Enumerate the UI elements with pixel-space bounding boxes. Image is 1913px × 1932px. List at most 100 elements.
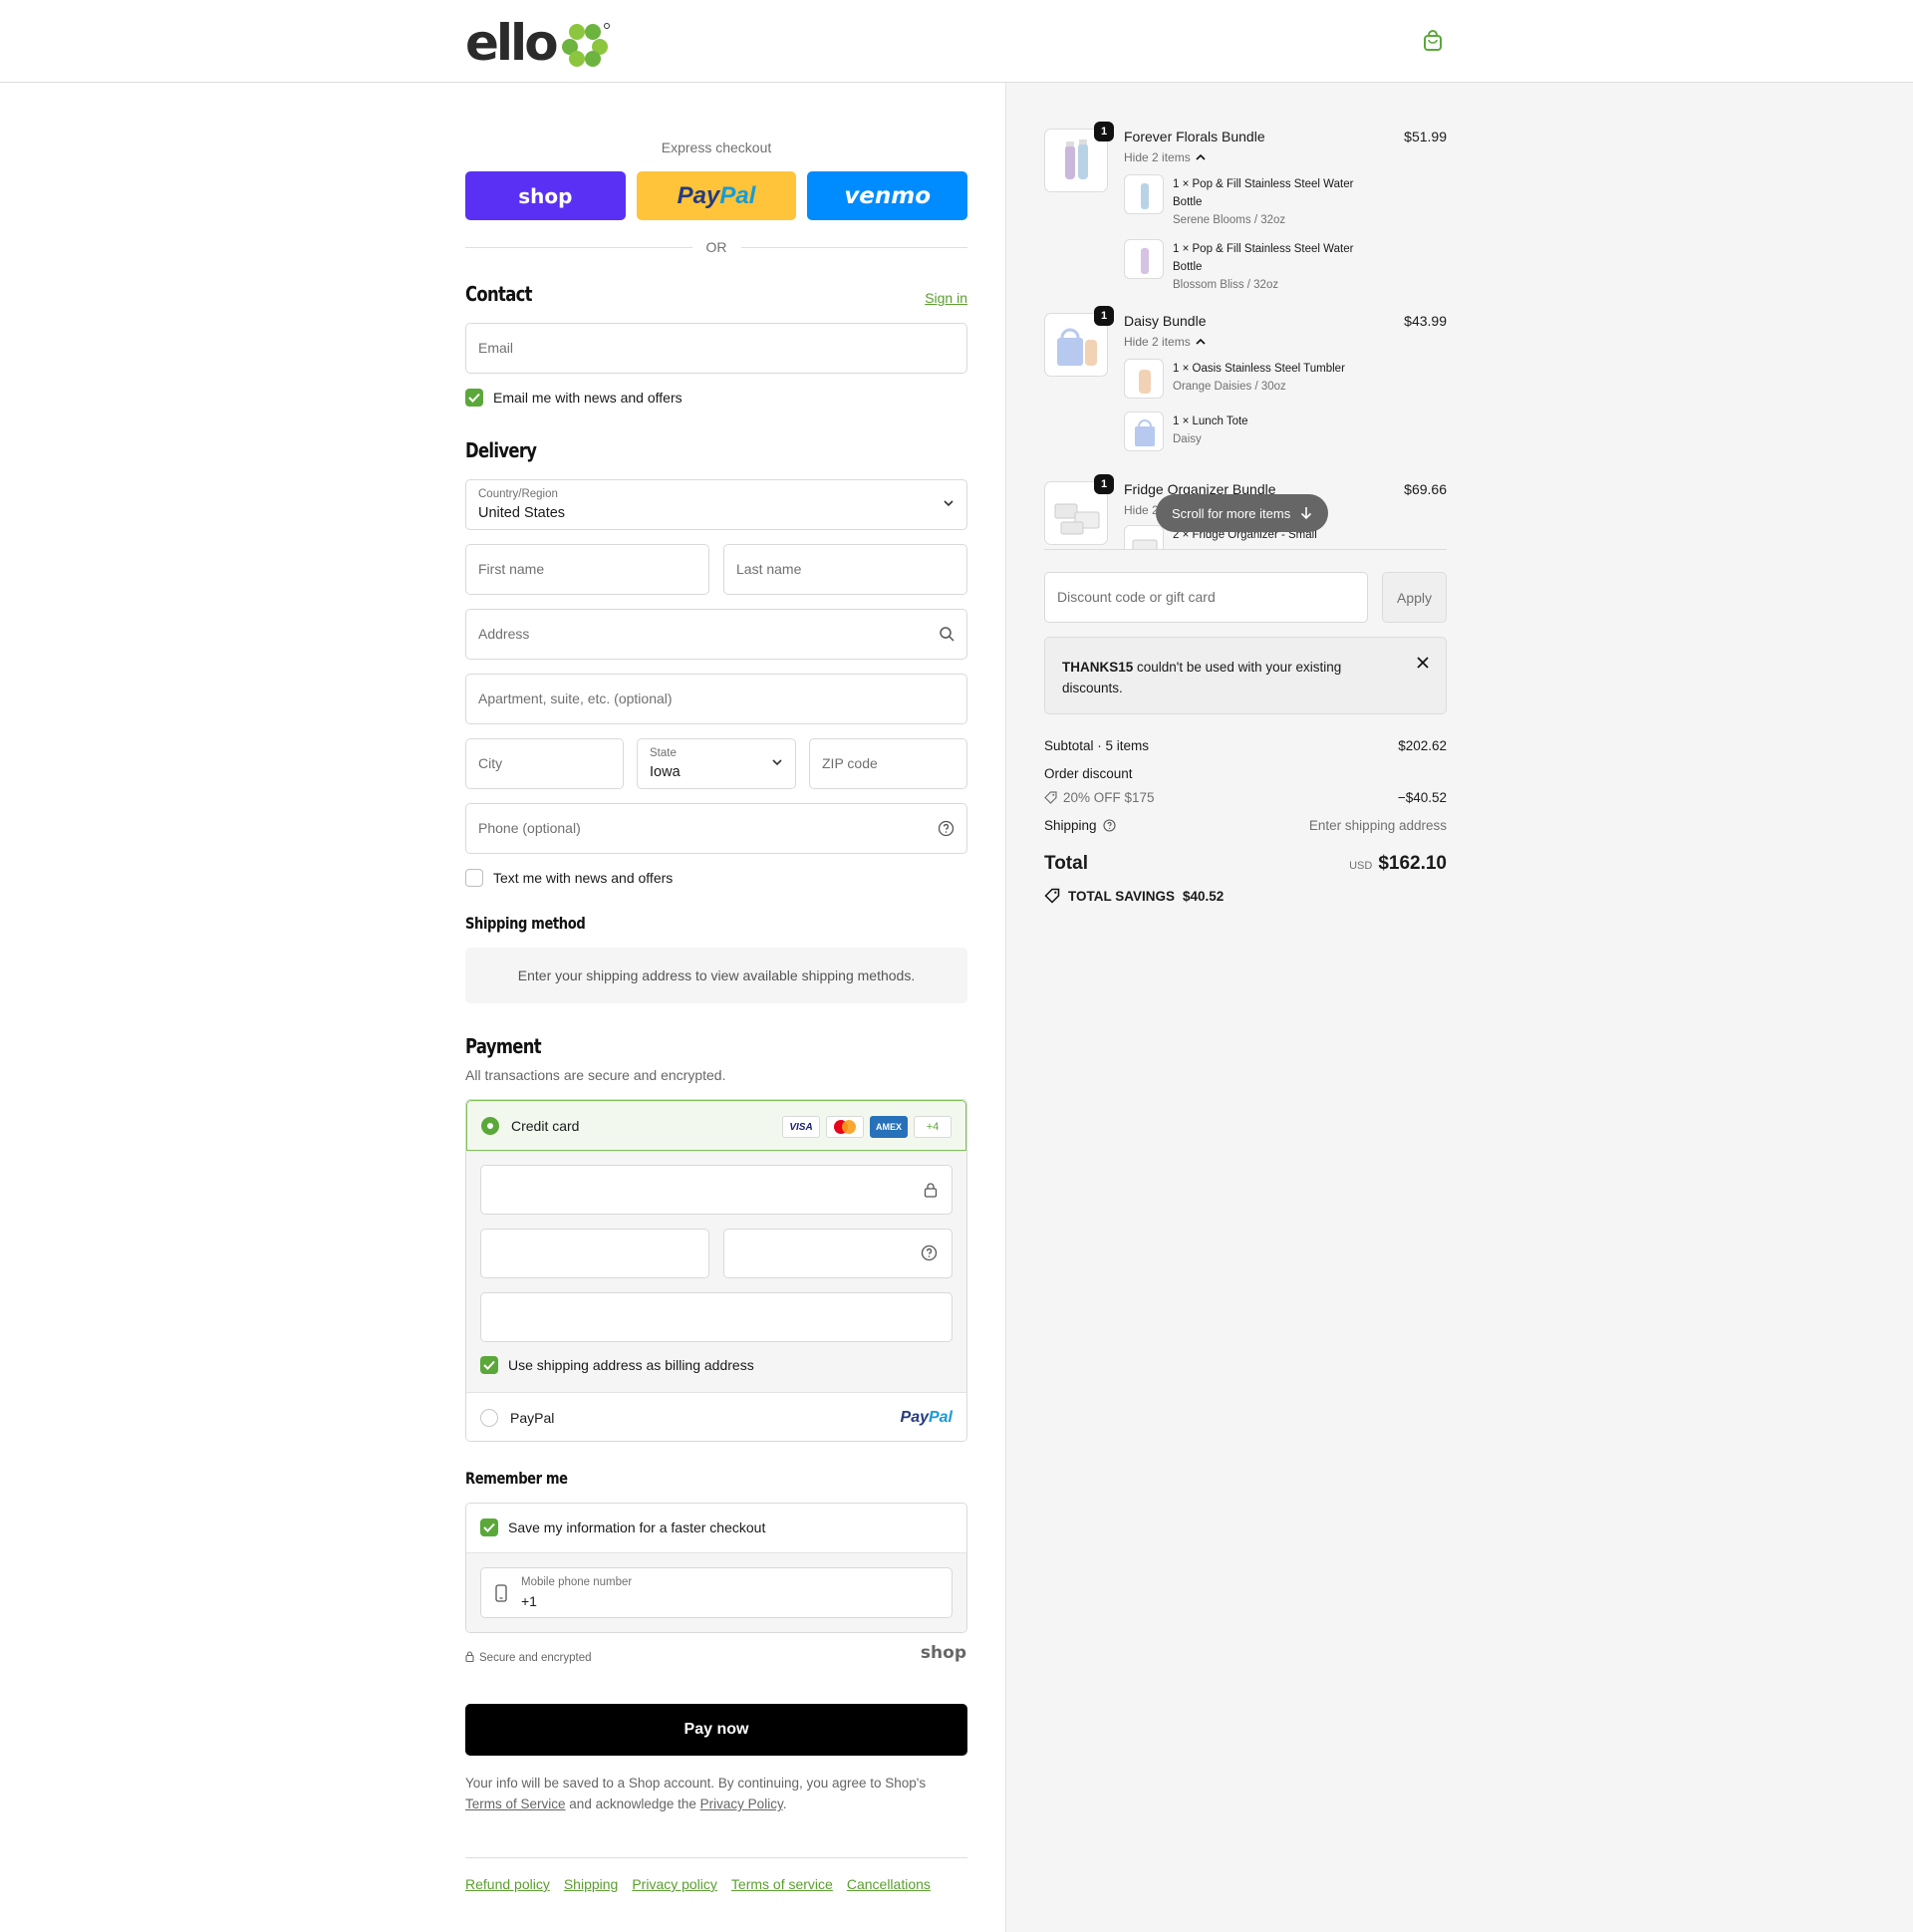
brand-logo[interactable]: ello	[465, 18, 610, 68]
credit-card-form: Use shipping address as billing address	[466, 1151, 966, 1392]
city-field[interactable]: City	[465, 738, 624, 789]
text-offers-label: Text me with news and offers	[493, 870, 674, 886]
shop-pay-label: shop	[518, 183, 573, 208]
shipping-label-wrap: Shipping	[1044, 818, 1116, 833]
refund-policy-link[interactable]: Refund policy	[465, 1876, 550, 1892]
paypal-logo-b: Pal	[928, 1409, 953, 1426]
apartment-field[interactable]: Apartment, suite, etc. (optional)	[465, 674, 967, 724]
last-name-placeholder: Last name	[736, 561, 802, 577]
billing-same-checkbox[interactable]: Use shipping address as billing address	[480, 1356, 754, 1374]
sub-item-title: 1 × Oasis Stainless Steel Tumbler	[1173, 363, 1345, 375]
terms-of-service-link[interactable]: Terms of Service	[465, 1796, 566, 1811]
hide-items-label: Hide 2 items	[1124, 150, 1191, 164]
bundle-price: $43.99	[1404, 313, 1447, 329]
total-currency: USD	[1349, 860, 1373, 872]
amex-icon: AMEX	[870, 1116, 908, 1138]
discount-name-label: 20% OFF $175	[1063, 790, 1155, 805]
apply-discount-button[interactable]: Apply	[1382, 572, 1447, 623]
shopping-bag-icon[interactable]	[1423, 30, 1443, 56]
country-value: United States	[478, 505, 566, 521]
shipping-policy-link[interactable]: Shipping	[564, 1876, 619, 1892]
shop-pay-button[interactable]: shop	[465, 171, 626, 220]
cancellations-link[interactable]: Cancellations	[847, 1876, 931, 1892]
arrow-down-icon	[1301, 507, 1312, 520]
zip-field[interactable]: ZIP code	[809, 738, 967, 789]
or-label: OR	[705, 239, 727, 255]
first-name-field[interactable]: First name	[465, 544, 709, 595]
sub-item-image	[1124, 525, 1164, 549]
country-label: Country/Region	[478, 488, 558, 500]
chevron-down-icon	[771, 755, 783, 772]
sign-in-link[interactable]: Sign in	[925, 290, 967, 306]
address-field[interactable]: Address	[465, 609, 967, 660]
paypal-button[interactable]: Pay Pal	[636, 171, 797, 220]
email-field[interactable]: Email	[465, 323, 967, 374]
express-checkout-buttons: shop Pay Pal venmo	[465, 171, 968, 220]
name-on-card-field[interactable]	[480, 1292, 953, 1342]
phone-field[interactable]: Phone (optional)	[465, 803, 967, 854]
header: ello	[0, 0, 1913, 83]
billing-same-label: Use shipping address as billing address	[508, 1357, 754, 1373]
sub-item-title: 1 × Lunch Tote	[1173, 415, 1248, 427]
bundle-price: $69.66	[1404, 481, 1447, 497]
scroll-more-button[interactable]: Scroll for more items	[1156, 494, 1329, 532]
venmo-button[interactable]: venmo	[807, 171, 968, 220]
help-circle-icon[interactable]	[938, 820, 955, 841]
pay-now-button[interactable]: Pay now	[465, 1704, 967, 1756]
savings-label: TOTAL SAVINGS	[1068, 888, 1176, 904]
expiration-field[interactable]	[480, 1229, 709, 1278]
state-select[interactable]: State Iowa	[637, 738, 796, 789]
subtotal-value: $202.62	[1398, 738, 1447, 753]
last-name-field[interactable]: Last name	[723, 544, 967, 595]
email-offers-checkbox[interactable]: Email me with news and offers	[465, 389, 683, 407]
payment-methods: Credit card VISA AMEX +4 Use shipping ad…	[465, 1099, 967, 1442]
security-code-field[interactable]	[723, 1229, 953, 1278]
bundle-name: Daisy Bundle	[1124, 313, 1207, 329]
credit-card-option[interactable]: Credit card VISA AMEX +4	[466, 1100, 966, 1151]
hide-items-toggle[interactable]: Hide 2	[1124, 503, 1159, 517]
text-offers-checkbox[interactable]: Text me with news and offers	[465, 869, 673, 887]
payment-subtitle: All transactions are secure and encrypte…	[465, 1067, 726, 1083]
paypal-option[interactable]: PayPal PayPal	[466, 1392, 966, 1441]
quantity-badge: 1	[1094, 474, 1114, 494]
paypal-logo-a: Pay	[900, 1409, 929, 1426]
apartment-placeholder: Apartment, suite, etc. (optional)	[478, 690, 673, 706]
mobile-phone-field[interactable]: Mobile phone number +1	[480, 1567, 953, 1618]
save-info-checkbox[interactable]: Save my information for a faster checkou…	[480, 1518, 765, 1536]
country-select[interactable]: Country/Region United States	[465, 479, 967, 530]
chevron-up-icon	[1196, 338, 1206, 345]
bundle-price: $51.99	[1404, 129, 1447, 144]
total-amount: USD $162.10	[1349, 853, 1447, 875]
sub-item-name: 1 × Pop & Fill Stainless Steel Water Bot…	[1173, 175, 1377, 229]
discount-error-notice: THANKS15 couldn't be used with your exis…	[1044, 637, 1447, 714]
bundle-name: Forever Florals Bundle	[1124, 129, 1265, 144]
sub-item-name: 1 × Oasis Stainless Steel Tumbler Orange …	[1173, 360, 1377, 396]
hide-items-toggle[interactable]: Hide 2 items	[1124, 335, 1206, 349]
chevron-up-icon	[1196, 153, 1206, 160]
order-discount-label: Order discount	[1044, 766, 1133, 781]
help-circle-icon[interactable]	[921, 1244, 938, 1265]
terms-of-service-footer-link[interactable]: Terms of service	[731, 1876, 833, 1892]
mobile-phone-value: +1	[521, 1593, 537, 1609]
total-row: Total USD $162.10	[1044, 853, 1447, 875]
quantity-badge: 1	[1094, 306, 1114, 326]
subtotal-label: Subtotal · 5 items	[1044, 738, 1150, 753]
sub-item-image	[1124, 359, 1164, 399]
hide-items-label: Hide 2	[1124, 503, 1159, 517]
discount-code-field[interactable]: Discount code or gift card	[1044, 572, 1368, 623]
remember-me-title: Remember me	[465, 1469, 568, 1488]
hide-items-toggle[interactable]: Hide 2 items	[1124, 150, 1206, 164]
mobile-phone-label: Mobile phone number	[521, 1576, 633, 1588]
help-circle-icon[interactable]	[1102, 819, 1116, 832]
close-icon[interactable]	[1416, 656, 1430, 674]
more-cards-badge: +4	[914, 1116, 952, 1138]
paypal-logo-icon: PayPal	[901, 1409, 953, 1427]
privacy-policy-link[interactable]: Privacy Policy	[700, 1796, 783, 1811]
card-number-field[interactable]	[480, 1165, 953, 1215]
delivery-title: Delivery	[465, 438, 537, 462]
shipping-row: Shipping Enter shipping address	[1044, 818, 1447, 833]
privacy-policy-footer-link[interactable]: Privacy policy	[632, 1876, 717, 1892]
venmo-label: venmo	[844, 182, 932, 209]
savings-value: $40.52	[1183, 888, 1225, 904]
sub-item-name: 1 × Pop & Fill Stainless Steel Water Bot…	[1173, 240, 1377, 294]
